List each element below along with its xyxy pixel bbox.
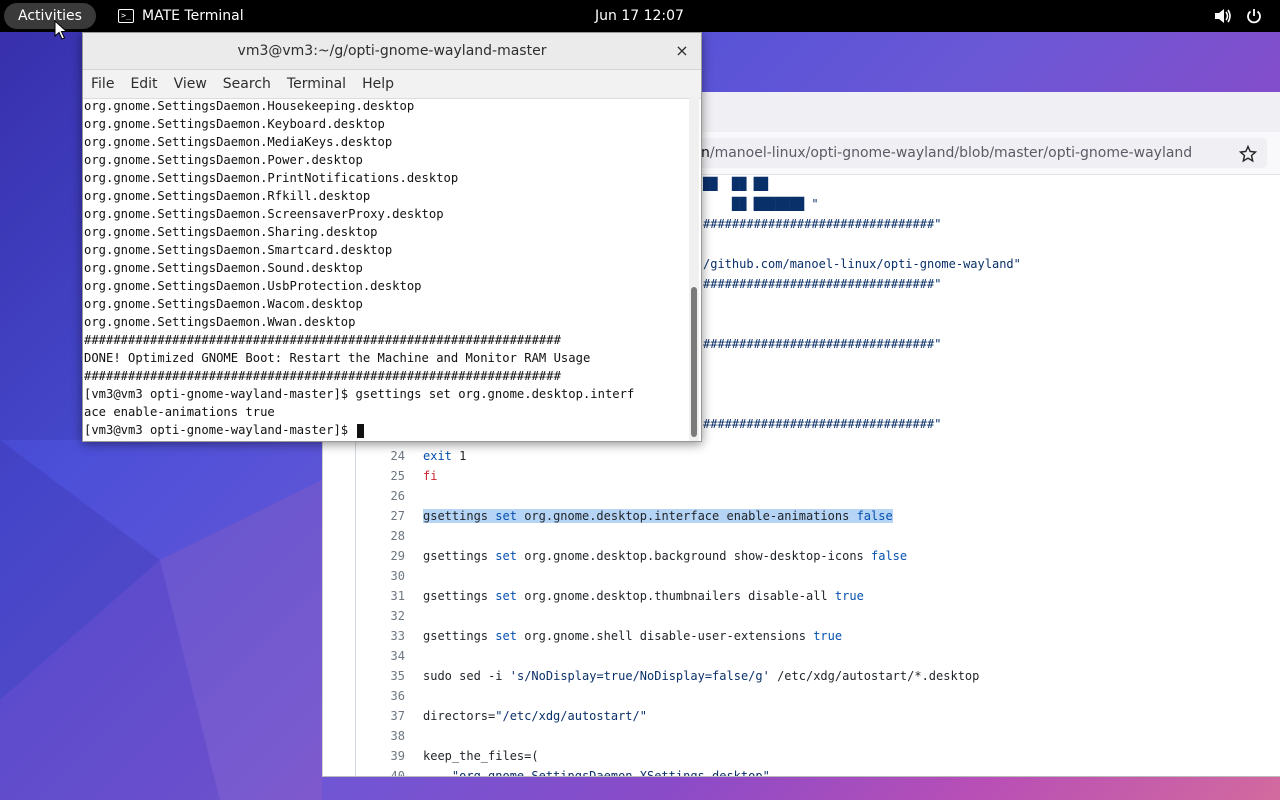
app-menu[interactable]: >_ MATE Terminal: [118, 0, 244, 32]
terminal-line: org.gnome.SettingsDaemon.MediaKeys.deskt…: [84, 135, 393, 149]
code-text: "org.gnome.SettingsDaemon.XSettings.desk…: [451, 769, 770, 776]
line-number: 35: [390, 669, 405, 683]
code-line: 27 gsettings set org.gnome.desktop.interf…: [355, 506, 893, 526]
line-number: 32: [390, 609, 405, 623]
code-text: keep_the_files=(: [423, 749, 539, 763]
menu-edit[interactable]: Edit: [122, 70, 165, 98]
url-bar[interactable]: n/manoel-linux/opti-gnome-wayland/blob/m…: [693, 138, 1267, 168]
code-text: gsettings set org.gnome.shell disable-us…: [423, 629, 843, 643]
line-number: 34: [390, 649, 405, 663]
code-line: 29 gsettings set org.gnome.desktop.backgr…: [355, 546, 908, 566]
terminal-line: org.gnome.SettingsDaemon.Wwan.desktop: [84, 315, 356, 329]
line-number: 25: [390, 469, 405, 483]
code-line: 31 gsettings set org.gnome.desktop.thumbn…: [355, 586, 864, 606]
terminal-line: org.gnome.SettingsDaemon.ScreensaverProx…: [84, 207, 444, 221]
close-icon[interactable]: ×: [673, 33, 691, 69]
code-line-partial: ██ ██ ██: [703, 177, 769, 191]
terminal-output[interactable]: org.gnome.SettingsDaemon.Housekeeping.de…: [83, 97, 689, 441]
terminal-line: org.gnome.SettingsDaemon.Keyboard.deskto…: [84, 117, 385, 131]
code-line: 39 keep_the_files=(: [355, 746, 539, 766]
terminal-line: [vm3@vm3 opti-gnome-wayland-master]$: [83, 421, 689, 439]
text-cursor: [356, 423, 364, 438]
code-line-partial: ################################": [703, 277, 942, 291]
clock[interactable]: Jun 17 12:07: [595, 0, 684, 32]
terminal-line: org.gnome.SettingsDaemon.UsbProtection.d…: [84, 279, 422, 293]
line-number: 24: [390, 449, 405, 463]
terminal-line: org.gnome.SettingsDaemon.Power.desktop: [84, 153, 363, 167]
line-number: 40: [390, 769, 405, 776]
system-menu[interactable]: [1214, 0, 1262, 32]
top-bar: Activities >_ MATE Terminal Jun 17 12:07: [0, 0, 1280, 32]
code-line: 30: [355, 566, 423, 586]
terminal-line: ########################################…: [84, 369, 561, 383]
terminal-line: org.gnome.SettingsDaemon.Sound.desktop: [84, 261, 363, 275]
code-text: directors="/etc/xdg/autostart/": [423, 709, 647, 723]
mouse-cursor-icon: [54, 20, 68, 40]
menu-search[interactable]: Search: [215, 70, 279, 98]
code-line: 32: [355, 606, 423, 626]
line-number: 30: [390, 569, 405, 583]
line-number: 26: [390, 489, 405, 503]
code-line-partial: ██ ███████ ": [703, 197, 819, 211]
power-icon: [1246, 8, 1262, 24]
terminal-line: org.gnome.SettingsDaemon.Smartcard.deskt…: [84, 243, 393, 257]
code-text: gsettings set org.gnome.desktop.interfac…: [423, 509, 893, 523]
terminal-line: ########################################…: [84, 333, 561, 347]
terminal-line: org.gnome.SettingsDaemon.PrintNotificati…: [84, 171, 459, 185]
volume-icon: [1214, 8, 1232, 24]
line-number: 29: [390, 549, 405, 563]
line-number: 36: [390, 689, 405, 703]
line-number: 33: [390, 629, 405, 643]
terminal-title: vm3@vm3:~/g/opti-gnome-wayland-master: [237, 43, 547, 59]
line-number: 28: [390, 529, 405, 543]
terminal-line: org.gnome.SettingsDaemon.Wacom.desktop: [84, 297, 363, 311]
code-line: 36: [355, 686, 423, 706]
terminal-scrollbar[interactable]: [689, 97, 699, 441]
code-line-partial: ################################": [703, 217, 942, 231]
code-text: fi: [423, 469, 438, 483]
menu-view[interactable]: View: [166, 70, 215, 98]
code-line-partial: ################################": [703, 337, 942, 351]
line-number: 38: [390, 729, 405, 743]
terminal-line: org.gnome.SettingsDaemon.Housekeeping.de…: [84, 99, 415, 113]
line-number: 27: [390, 509, 405, 523]
code-text: exit 1: [423, 449, 467, 463]
code-line-partial: ################################": [703, 417, 942, 431]
activities-button[interactable]: Activities: [4, 3, 96, 29]
terminal-titlebar[interactable]: vm3@vm3:~/g/opti-gnome-wayland-master ×: [83, 33, 701, 70]
line-number: 39: [390, 749, 405, 763]
code-line-partial: /github.com/manoel-linux/opti-gnome-wayl…: [703, 257, 1021, 271]
code-line: 38: [355, 726, 423, 746]
url-host: n: [701, 145, 710, 161]
code-text: gsettings set org.gnome.desktop.backgrou…: [423, 549, 908, 563]
code-line: 25 fi: [355, 466, 438, 486]
code-line: 33 gsettings set org.gnome.shell disable-…: [355, 626, 843, 646]
terminal-line: [vm3@vm3 opti-gnome-wayland-master]$ gse…: [84, 387, 635, 401]
code-text: gsettings set org.gnome.desktop.thumbnai…: [423, 589, 864, 603]
terminal-line: org.gnome.SettingsDaemon.Rfkill.desktop: [84, 189, 371, 203]
line-number: 37: [390, 709, 405, 723]
terminal-line: ace enable-animations true: [84, 405, 275, 419]
terminal-line: DONE! Optimized GNOME Boot: Restart the …: [84, 351, 591, 365]
code-text: sudo sed -i 's/NoDisplay=true/NoDisplay=…: [423, 669, 980, 683]
app-name: MATE Terminal: [142, 8, 244, 24]
url-path: /manoel-linux/opti-gnome-wayland/blob/ma…: [709, 145, 1193, 161]
line-number: 31: [390, 589, 405, 603]
menu-file[interactable]: File: [83, 70, 122, 98]
code-line: 28: [355, 526, 423, 546]
terminal-menubar: File Edit View Search Terminal Help: [83, 70, 701, 99]
scrollbar-thumb[interactable]: [691, 287, 697, 437]
menu-help[interactable]: Help: [354, 70, 402, 98]
code-line: 24 exit 1: [355, 446, 467, 466]
menu-terminal[interactable]: Terminal: [279, 70, 354, 98]
code-line: 37 directors="/etc/xdg/autostart/": [355, 706, 647, 726]
terminal-line: org.gnome.SettingsDaemon.Sharing.desktop: [84, 225, 378, 239]
code-line: 34: [355, 646, 423, 666]
code-line: 26: [355, 486, 423, 506]
code-line: 35 sudo sed -i 's/NoDisplay=true/NoDispla…: [355, 666, 980, 686]
terminal-icon: >_: [118, 9, 134, 23]
code-line: 40 "org.gnome.SettingsDaemon.XSettings.d…: [355, 766, 770, 776]
terminal-window[interactable]: vm3@vm3:~/g/opti-gnome-wayland-master × …: [82, 32, 702, 442]
bookmark-star-icon[interactable]: [1238, 144, 1258, 168]
